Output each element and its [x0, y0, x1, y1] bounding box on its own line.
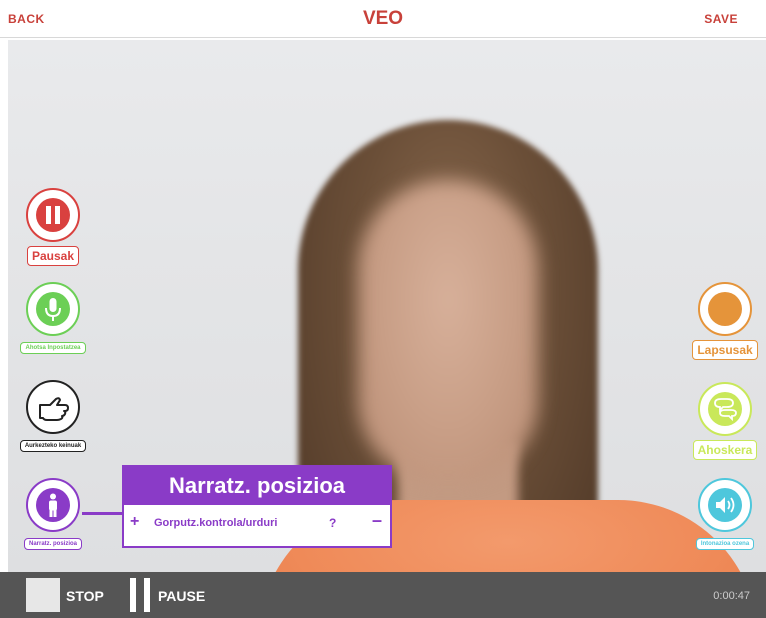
minus-button[interactable]: –: [372, 510, 382, 531]
hand-pointing-icon: [39, 397, 69, 421]
pausak-circle[interactable]: [26, 188, 80, 242]
tool-intonazioa[interactable]: Intonazioa ozena: [680, 478, 766, 550]
stop-icon[interactable]: [26, 578, 60, 612]
tool-label-ahotsa: Ahotsa Inpostatzea: [20, 342, 86, 354]
tool-label-pausak: Pausak: [26, 246, 80, 266]
tool-label-intonazioa: Intonazioa ozena: [695, 538, 755, 550]
pause-control-icon[interactable]: [130, 578, 152, 612]
tool-ahotsa[interactable]: Ahotsa Inpostatzea: [8, 282, 98, 354]
speech-bubbles-icon: [708, 392, 742, 426]
tool-label-ahoskera: Ahoskera: [692, 440, 758, 460]
tool-label-narratz: Narratz. posizioa: [23, 538, 82, 550]
speaker-icon: [708, 488, 742, 522]
popup-title: Narratz. posizioa: [124, 467, 390, 505]
tool-label-lapsusak: Lapsusak: [692, 340, 758, 360]
playback-bar: STOP PAUSE 0:00:47: [0, 572, 766, 618]
video-subject-face-blurred: [358, 180, 538, 480]
tool-keinuak[interactable]: Aurkezteko keinuak: [8, 380, 98, 452]
popup-item-label: Gorputz.kontrola/urduri: [154, 517, 278, 529]
plus-button[interactable]: +: [130, 513, 139, 531]
microphone-icon: [36, 292, 70, 326]
lapsusak-circle[interactable]: [698, 282, 752, 336]
intonazioa-circle[interactable]: [698, 478, 752, 532]
tool-lapsusak[interactable]: Lapsusak: [680, 282, 766, 360]
narratz-circle[interactable]: [26, 478, 80, 532]
square-icon: [708, 292, 742, 326]
keinuak-circle[interactable]: [26, 380, 80, 434]
ahoskera-circle[interactable]: [698, 382, 752, 436]
top-bar: BACK VEO SAVE: [0, 0, 766, 38]
person-icon: [36, 488, 70, 522]
stop-label[interactable]: STOP: [66, 588, 104, 604]
narratz-popup: Narratz. posizioa + Gorputz.kontrola/urd…: [122, 465, 392, 548]
save-button[interactable]: SAVE: [704, 12, 738, 26]
tool-pausak[interactable]: Pausak: [8, 188, 98, 266]
elapsed-time: 0:00:47: [713, 590, 750, 602]
pause-label[interactable]: PAUSE: [158, 588, 205, 604]
popup-connector: [82, 512, 124, 515]
help-button[interactable]: ?: [329, 516, 336, 530]
tool-label-keinuak: Aurkezteko keinuak: [19, 440, 87, 452]
page-title: VEO: [362, 8, 404, 29]
ahotsa-circle[interactable]: [26, 282, 80, 336]
pause-icon: [36, 198, 70, 232]
tool-ahoskera[interactable]: Ahoskera: [680, 382, 766, 460]
popup-row: + Gorputz.kontrola/urduri ? –: [124, 505, 390, 545]
